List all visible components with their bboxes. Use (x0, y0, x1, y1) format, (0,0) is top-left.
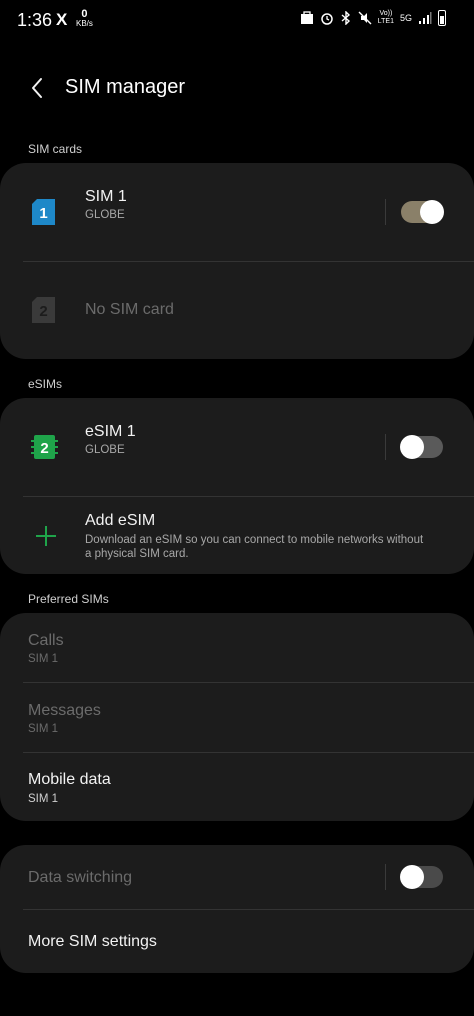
preferred-messages-row: Messages SIM 1 (0, 683, 474, 752)
mobile-data-title: Mobile data (28, 771, 111, 788)
data-switching-toggle-knob (400, 865, 424, 889)
esim-chip-icon: 2 (31, 435, 58, 459)
esim1-number: 2 (40, 440, 48, 457)
bluetooth-icon (341, 11, 350, 25)
messages-value: SIM 1 (28, 723, 59, 735)
sim1-toggle[interactable] (401, 200, 444, 224)
data-switching-title: Data switching (28, 869, 133, 886)
signal-icon (419, 12, 432, 24)
add-esim-description: Download an eSIM so you can connect to m… (85, 533, 455, 561)
section-label-preferred-sims: Preferred SIMs (28, 592, 109, 606)
net-speed-unit: KB/s (76, 19, 93, 28)
sim2-number: 2 (39, 303, 47, 320)
volte-top: Vo)) (379, 10, 393, 17)
alarm-icon (321, 13, 333, 25)
other-settings-card: Data switching More SIM settings (0, 845, 474, 973)
x-app-icon: X (56, 10, 68, 29)
sim1-divider (385, 199, 386, 225)
preferred-mobile-data-row[interactable]: Mobile data SIM 1 (0, 753, 474, 821)
status-time: 1:36 (17, 10, 53, 30)
sim2-card-icon: 2 (32, 297, 55, 323)
esim1-toggle-knob (400, 435, 424, 459)
sim-cards-card: 1 SIM 1 GLOBE 2 No SIM card (0, 163, 474, 359)
esim1-row[interactable]: 2 eSIM 1 GLOBE (0, 398, 474, 496)
status-bar: 1:36 X 0 KB/s Vo)) LTE1 5G (0, 0, 474, 40)
add-esim-row[interactable]: Add eSIM Download an eSIM so you can con… (0, 497, 474, 574)
sim1-number: 1 (39, 205, 47, 222)
sim1-card-icon: 1 (32, 199, 55, 225)
plus-icon (36, 526, 56, 546)
status-icons: Vo)) LTE1 5G (300, 10, 446, 26)
sim1-row[interactable]: 1 SIM 1 GLOBE (0, 163, 474, 261)
mobile-data-value: SIM 1 (28, 793, 59, 805)
network-type: 5G (399, 13, 412, 23)
volte-indicator: Vo)) LTE1 (378, 10, 394, 26)
calls-title: Calls (28, 632, 64, 649)
esims-card: 2 eSIM 1 GLOBE Add eSIM Download an eSIM… (0, 398, 474, 574)
sim2-name: No SIM card (85, 301, 174, 318)
back-arrow-icon[interactable] (24, 74, 52, 102)
net-speed: 0 KB/s (76, 8, 93, 29)
more-sim-settings-title: More SIM settings (28, 933, 157, 950)
calls-value: SIM 1 (28, 653, 59, 665)
esim1-carrier: GLOBE (85, 444, 125, 456)
sim1-carrier: GLOBE (85, 209, 125, 221)
data-switching-divider (385, 864, 386, 890)
sim2-row: 2 No SIM card (0, 262, 474, 359)
add-esim-title: Add eSIM (85, 512, 156, 529)
messages-title: Messages (28, 702, 101, 719)
preferred-calls-row: Calls SIM 1 (0, 613, 474, 682)
net-speed-value: 0 (81, 8, 88, 20)
preferred-sims-card: Calls SIM 1 Messages SIM 1 Mobile data S… (0, 613, 474, 821)
briefcase-icon (300, 11, 313, 24)
more-sim-settings-row[interactable]: More SIM settings (0, 910, 474, 973)
sim1-toggle-knob (420, 200, 444, 224)
section-label-esims: eSIMs (28, 377, 63, 391)
data-switching-row: Data switching (0, 845, 474, 909)
battery-icon (438, 10, 446, 26)
page-title: SIM manager (65, 76, 186, 98)
esim1-toggle[interactable] (400, 435, 443, 459)
volte-bottom: LTE1 (377, 18, 394, 25)
data-switching-toggle[interactable] (400, 865, 443, 889)
sim1-name: SIM 1 (85, 188, 127, 205)
section-label-sim-cards: SIM cards (28, 142, 83, 156)
add-esim-desc-line1: Download an eSIM so you can connect to m… (85, 534, 424, 546)
esim1-name: eSIM 1 (85, 423, 136, 440)
add-esim-desc-line2: a physical SIM card. (85, 548, 189, 560)
mute-icon (358, 11, 372, 25)
esim1-divider (385, 434, 386, 460)
